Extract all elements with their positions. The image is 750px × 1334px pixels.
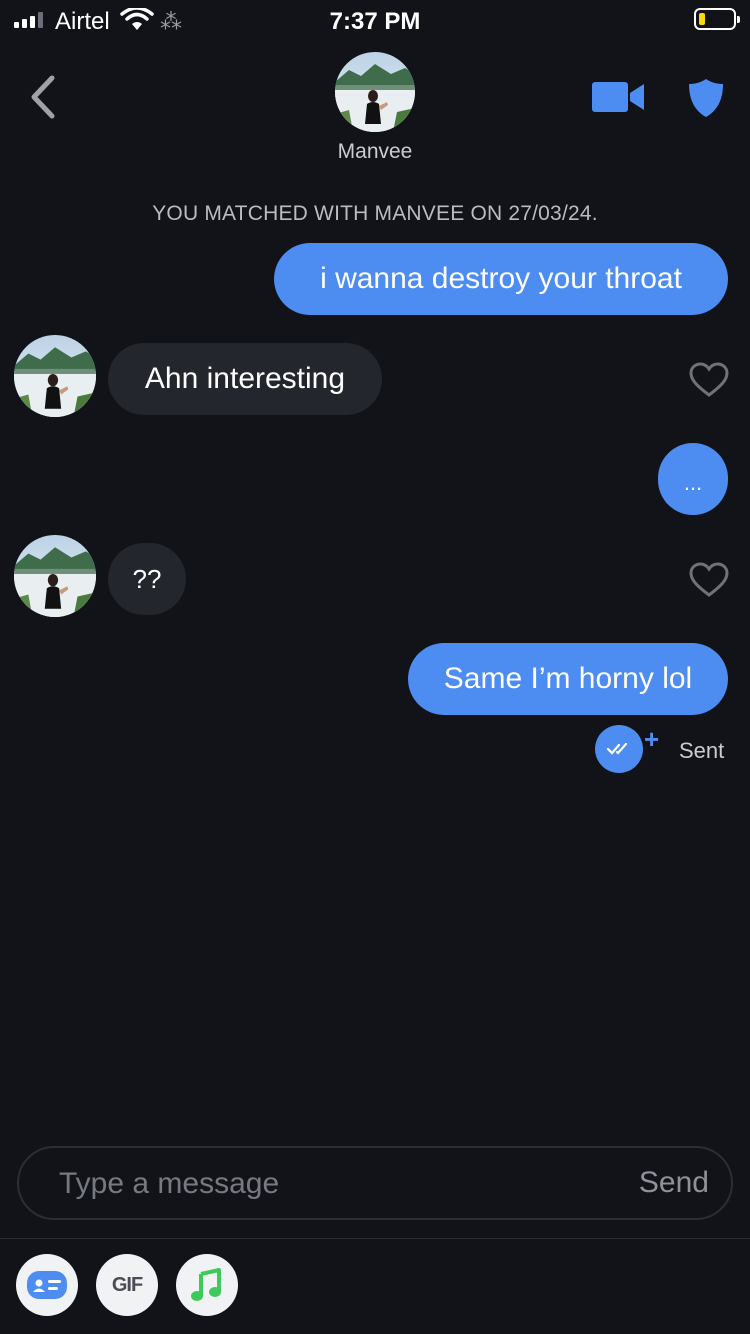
outgoing-message[interactable]: i wanna destroy your throat	[274, 243, 728, 315]
message-composer: Send	[17, 1146, 733, 1220]
divider	[0, 1238, 750, 1239]
back-chevron-icon[interactable]	[22, 72, 66, 122]
match-avatar[interactable]	[14, 335, 96, 417]
chat-header: Manvee	[0, 40, 750, 180]
status-bar: Airtel ⁂ 7:37 PM	[0, 0, 750, 40]
match-name[interactable]: Manvee	[0, 140, 750, 164]
message-input[interactable]	[57, 1158, 581, 1210]
profile-card-button[interactable]	[16, 1254, 78, 1316]
sent-status: Sent	[679, 738, 725, 763]
video-camera-icon[interactable]	[592, 80, 646, 114]
outgoing-message[interactable]: Same I’m horny lol	[408, 643, 728, 715]
message-text: ??	[132, 563, 162, 594]
status-time: 7:37 PM	[329, 8, 421, 35]
message-text: ...	[683, 470, 703, 495]
heart-icon[interactable]	[689, 562, 729, 598]
id-card-icon	[27, 1271, 67, 1299]
heart-icon[interactable]	[689, 362, 729, 398]
match-avatar[interactable]	[14, 535, 96, 617]
shield-icon[interactable]	[688, 78, 724, 118]
message-text: i wanna destroy your throat	[320, 262, 682, 295]
message-text: Ahn interesting	[144, 362, 346, 395]
send-button[interactable]: Send	[639, 1166, 709, 1200]
plus-icon[interactable]: +	[644, 726, 659, 752]
music-button[interactable]	[176, 1254, 238, 1316]
gif-button[interactable]: GIF	[96, 1254, 158, 1316]
incoming-message[interactable]: Ahn interesting	[108, 343, 382, 415]
music-note-icon	[191, 1268, 221, 1301]
double-check-icon	[606, 742, 628, 755]
match-avatar[interactable]	[335, 52, 415, 132]
message-text: Same I’m horny lol	[443, 662, 693, 695]
battery-icon	[694, 8, 740, 30]
incoming-message[interactable]: ??	[108, 543, 186, 615]
match-date-notice: YOU MATCHED WITH MANVEE ON 27/03/24.	[152, 202, 598, 225]
read-receipt-button[interactable]	[595, 725, 643, 773]
gif-label: GIF	[111, 1273, 143, 1296]
outgoing-message[interactable]: ...	[658, 443, 728, 515]
